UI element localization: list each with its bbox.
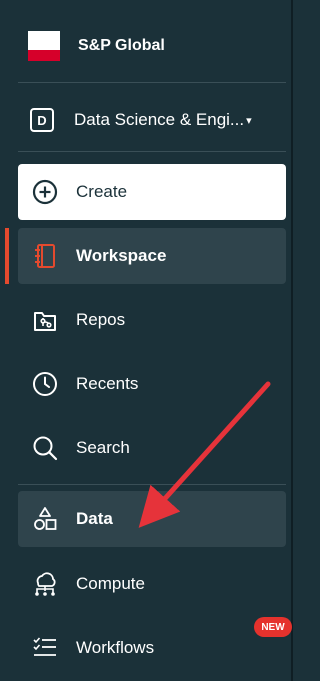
sidebar: S&P Global D Data Science & Engi... ▾ Cr… [0,0,293,681]
annotation-arrow-icon [138,381,271,528]
